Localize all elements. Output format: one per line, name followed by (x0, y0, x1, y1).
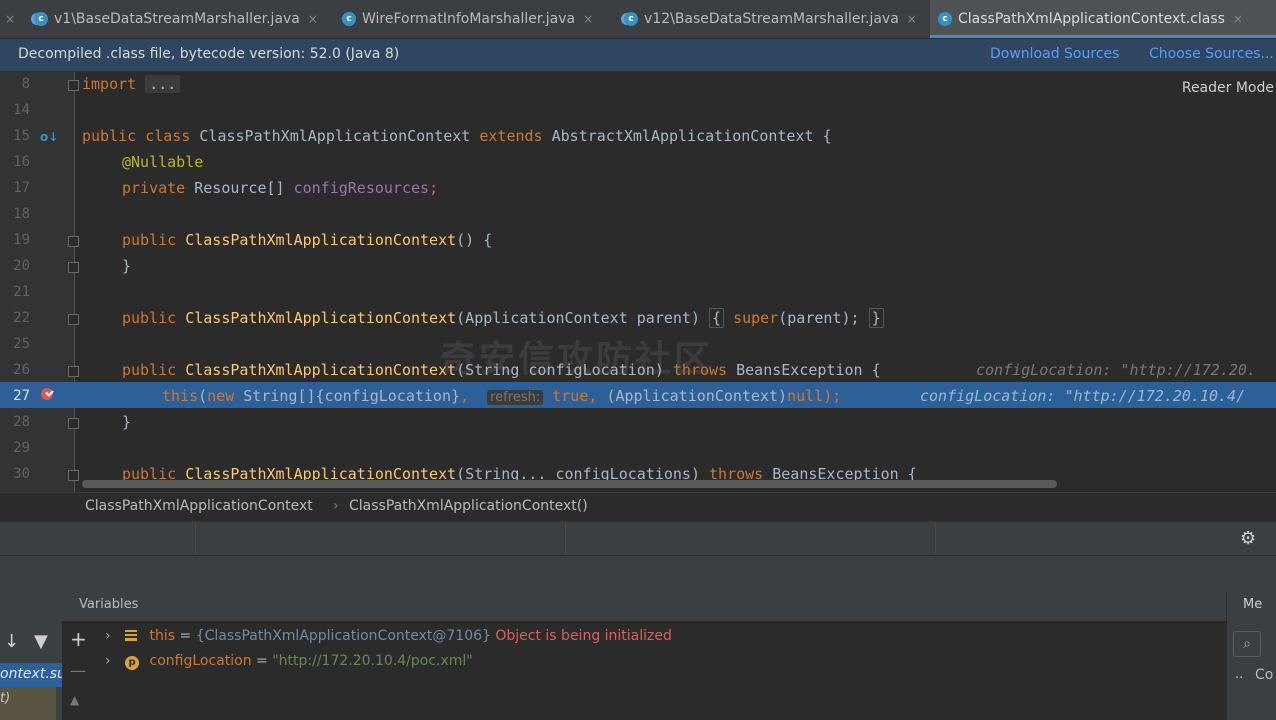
divider (565, 522, 566, 556)
close-icon[interactable]: × (308, 12, 318, 26)
tab-v1-basedatastreammarshaller[interactable]: c v1\BaseDataStreamMarshaller.java × (28, 0, 334, 38)
class-icon: c (34, 12, 48, 26)
parameter-hint: refresh: (487, 390, 544, 405)
folded-imports[interactable]: ... (145, 75, 181, 93)
code-line-16: @Nullable (122, 153, 204, 171)
line-number: 19 (13, 232, 30, 248)
move-up-icon[interactable]: ▲ (70, 693, 79, 707)
fold-icon[interactable] (68, 236, 79, 247)
expand-icon[interactable]: › (105, 628, 111, 644)
code-line-17: private Resource[] configResources; (122, 179, 439, 197)
line-number: 22 (13, 310, 30, 326)
breadcrumb-method[interactable]: ClassPathXmlApplicationContext() (349, 498, 588, 514)
line-number: 15 (13, 128, 30, 144)
tab-v12-basedatastreammarshaller[interactable]: c v12\BaseDataStreamMarshaller.java × (616, 0, 934, 38)
banner-text: Decompiled .class file, bytecode version… (18, 46, 400, 62)
line-number: 8 (21, 76, 30, 92)
code-line-19: public ClassPathXmlApplicationContext() … (122, 231, 493, 249)
frames-panel: ↓ ▼ ontext.su t) (0, 591, 66, 720)
variable-row-configlocation[interactable]: › p configLocation = "http://172.20.10.4… (105, 653, 473, 670)
line-number: 25 (13, 336, 30, 352)
frame-item[interactable]: t) (0, 687, 56, 720)
line-number: 29 (13, 440, 30, 456)
download-sources-link[interactable]: Download Sources (990, 46, 1119, 62)
code-line-15: public class ClassPathXmlApplicationCont… (82, 127, 832, 145)
frame-label: ontext.su (0, 666, 66, 682)
breadcrumb: ClassPathXmlApplicationContext › ClassPa… (0, 492, 1276, 521)
fold-icon[interactable] (68, 314, 79, 325)
line-number: 28 (13, 414, 30, 430)
inline-debug-value: configLocation: "http://172.20. (976, 361, 1256, 379)
frame-item-selected[interactable]: ontext.su (0, 663, 66, 687)
choose-sources-link[interactable]: Choose Sources... (1149, 46, 1274, 62)
panel-title: Me (1243, 597, 1263, 612)
class-icon: c (624, 12, 638, 26)
code-line-28: } (122, 413, 132, 431)
decompiled-banner: Decompiled .class file, bytecode version… (0, 39, 1276, 72)
code-line-26: public ClassPathXmlApplicationContext(St… (122, 361, 881, 379)
debug-toolbar: ⚙ (0, 521, 1276, 556)
tab-classpathxmlapplicationcontext[interactable]: c ClassPathXmlApplicationContext.class × (930, 0, 1276, 38)
expand-icon[interactable]: › (105, 653, 111, 669)
variables-title: Variables (79, 597, 139, 612)
override-icon[interactable]: o↓ (40, 130, 58, 144)
remove-icon[interactable]: — (70, 661, 86, 680)
fold-icon[interactable] (68, 262, 79, 273)
code-line-22: public ClassPathXmlApplicationContext(Ap… (122, 308, 884, 328)
line-number: 26 (13, 362, 30, 378)
code-line-8: import ... (82, 75, 181, 93)
gear-icon[interactable]: ⚙ (1240, 528, 1256, 549)
code-line-27: this(new String[]{configLocation}, refre… (162, 387, 842, 405)
tab-label: v1\BaseDataStreamMarshaller.java (54, 11, 300, 27)
variables-header: Variables (62, 591, 1226, 622)
panel-row[interactable]: Co (1255, 667, 1273, 683)
memory-panel: Me ⌕ .. Co (1226, 591, 1276, 720)
fold-icon[interactable] (68, 418, 79, 429)
tab-wireformatinfomarshaller[interactable]: c WireFormatInfoMarshaller.java × (334, 0, 620, 38)
line-number: 17 (13, 180, 30, 196)
divider (195, 522, 196, 556)
fold-icon[interactable] (68, 366, 79, 377)
line-number: 30 (13, 466, 30, 482)
parameter-icon: p (125, 656, 140, 670)
line-number: 27 (13, 388, 30, 404)
tab-label: v12\BaseDataStreamMarshaller.java (644, 11, 899, 27)
debug-session-bar (0, 555, 1276, 592)
line-number: 21 (13, 284, 30, 300)
line-number: 16 (13, 154, 30, 170)
fold-icon[interactable] (68, 80, 79, 91)
tab-close-prev[interactable]: × (0, 0, 20, 38)
close-icon[interactable]: × (1233, 12, 1243, 26)
class-icon: c (342, 12, 356, 26)
horizontal-scrollbar[interactable] (82, 480, 1057, 488)
inline-debug-value: configLocation: "http://172.20.10.4/ (920, 387, 1246, 405)
step-down-icon[interactable]: ↓ (4, 631, 19, 652)
reader-mode-button[interactable]: Reader Mode (1182, 80, 1274, 96)
class-icon: c (938, 12, 952, 26)
search-icon[interactable]: ⌕ (1233, 631, 1261, 657)
code-line-20: } (122, 257, 132, 275)
close-icon[interactable]: × (583, 12, 593, 26)
line-number: 20 (13, 258, 30, 274)
add-watch-icon[interactable]: + (70, 627, 87, 651)
editor-tab-bar: × c v1\BaseDataStreamMarshaller.java × c… (0, 0, 1276, 39)
tab-label: WireFormatInfoMarshaller.java (362, 11, 576, 27)
close-icon[interactable]: × (907, 12, 917, 26)
frame-label: t) (0, 691, 11, 706)
field-list-icon (125, 630, 138, 641)
tab-label: ClassPathXmlApplicationContext.class (958, 11, 1225, 27)
breadcrumb-class[interactable]: ClassPathXmlApplicationContext (85, 498, 313, 514)
divider (935, 522, 936, 556)
breadcrumb-separator: › (333, 498, 339, 514)
fold-icon[interactable] (68, 470, 79, 481)
line-number: 18 (13, 206, 30, 222)
filter-icon[interactable]: ▼ (34, 631, 48, 652)
variable-row-this[interactable]: › this = {ClassPathXmlApplicationContext… (105, 628, 672, 644)
line-number: 14 (13, 102, 30, 118)
